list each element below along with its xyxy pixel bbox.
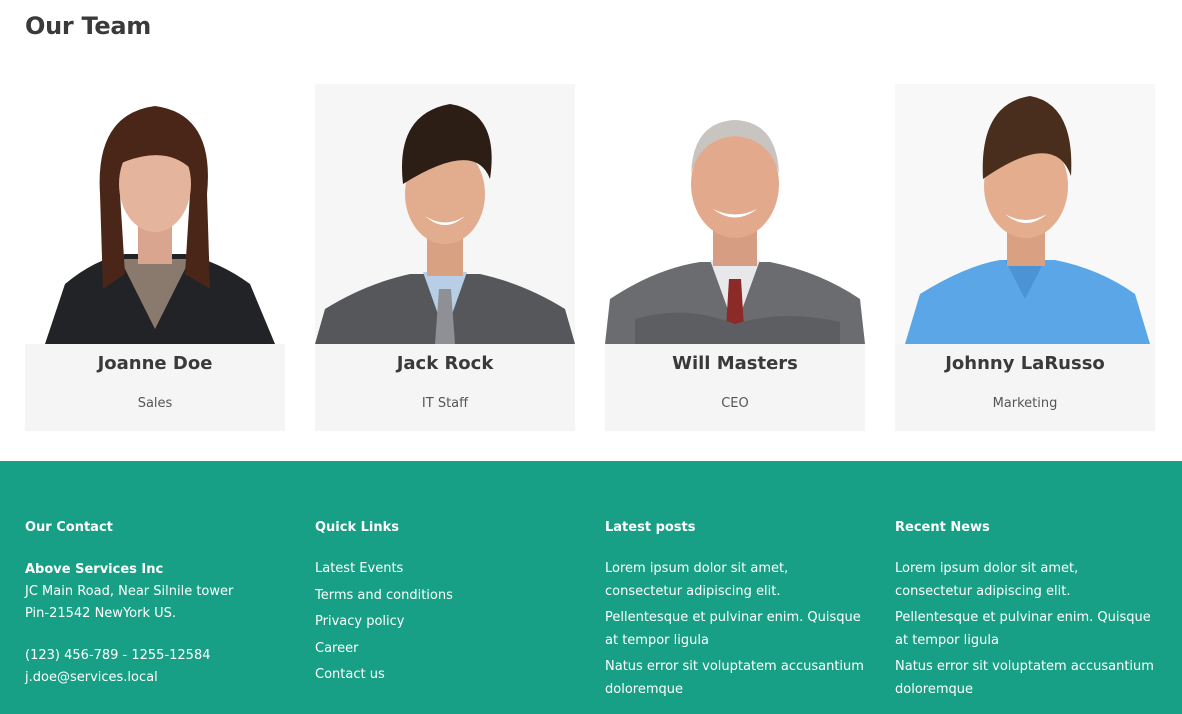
team-member-name: Joanne Doe bbox=[97, 353, 213, 374]
site-footer: Our Contact Above Services Inc JC Main R… bbox=[0, 461, 1182, 714]
footer-link-privacy[interactable]: Privacy policy bbox=[315, 609, 577, 636]
team-card-joanne-doe: Joanne Doe Sales bbox=[25, 84, 285, 431]
page-title: Our Team bbox=[25, 12, 151, 40]
footer-link-career[interactable]: Career bbox=[315, 636, 577, 663]
team-member-name: Jack Rock bbox=[396, 353, 494, 374]
company-name: Above Services Inc bbox=[25, 562, 164, 577]
recent-news-link[interactable]: Natus error sit voluptatem accusantium d… bbox=[895, 656, 1157, 701]
team-card-jack-rock: Jack Rock IT Staff bbox=[315, 84, 575, 431]
team-card-johnny-larusso: Johnny LaRusso Marketing bbox=[895, 84, 1155, 431]
phone-number: (123) 456-789 - 1255-12584 bbox=[25, 648, 211, 663]
recent-news-link[interactable]: Pellentesque et pulvinar enim. Quisque a… bbox=[895, 607, 1157, 652]
footer-heading-quick-links: Quick Links bbox=[315, 520, 400, 535]
team-member-name: Will Masters bbox=[672, 353, 798, 374]
recent-news-link[interactable]: Lorem ipsum dolor sit amet, consectetur … bbox=[895, 558, 1157, 603]
team-photo-joanne-doe bbox=[25, 84, 285, 344]
team-member-role: IT Staff bbox=[421, 396, 469, 411]
team-member-role: Sales bbox=[137, 396, 173, 411]
footer-heading-latest-posts: Latest posts bbox=[605, 520, 696, 535]
team-member-role: CEO bbox=[721, 396, 749, 411]
footer-heading-recent-news: Recent News bbox=[895, 520, 990, 535]
team-photo-johnny-larusso bbox=[895, 84, 1155, 344]
team-photo-jack-rock bbox=[315, 84, 575, 344]
footer-link-latest-events[interactable]: Latest Events bbox=[315, 556, 577, 583]
team-card-will-masters: Will Masters CEO bbox=[605, 84, 865, 431]
team-photo-will-masters bbox=[605, 84, 865, 344]
latest-post-link[interactable]: Pellentesque et pulvinar enim. Quisque a… bbox=[605, 607, 867, 652]
team-member-role: Marketing bbox=[992, 396, 1058, 411]
latest-post-link[interactable]: Natus error sit voluptatem accusantium d… bbox=[605, 656, 867, 701]
team-member-name: Johnny LaRusso bbox=[945, 353, 1105, 374]
latest-post-link[interactable]: Lorem ipsum dolor sit amet, consectetur … bbox=[605, 558, 867, 603]
email-link[interactable]: j.doe@services.local bbox=[25, 667, 287, 689]
footer-heading-contact: Our Contact bbox=[25, 520, 113, 535]
footer-link-contact-us[interactable]: Contact us bbox=[315, 662, 577, 689]
footer-link-terms[interactable]: Terms and conditions bbox=[315, 583, 577, 610]
address-line-1: JC Main Road, Near Silnile tower bbox=[25, 584, 234, 599]
address-line-2: Pin-21542 NewYork US. bbox=[25, 606, 177, 621]
